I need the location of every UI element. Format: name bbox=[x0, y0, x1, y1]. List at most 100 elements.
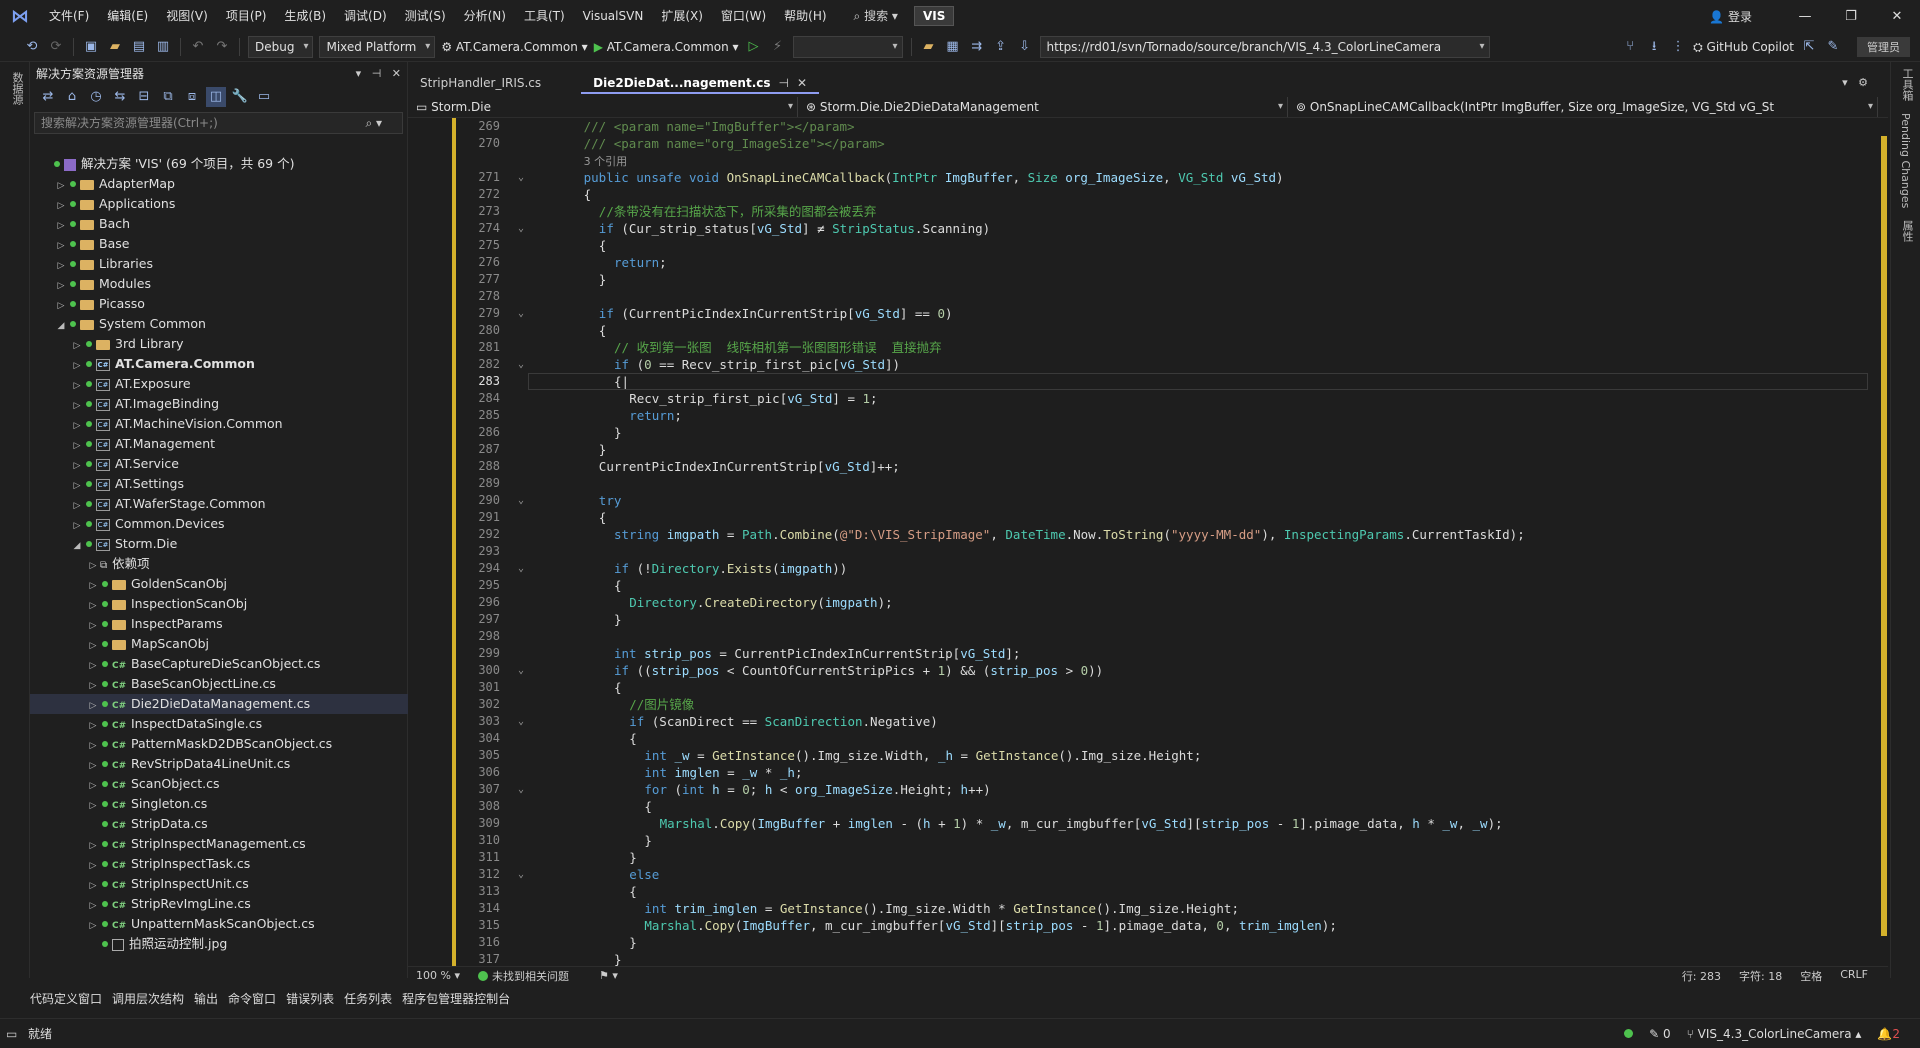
tree-item[interactable]: ▷ C# AT.Exposure bbox=[30, 374, 408, 394]
code-line[interactable]: 311} bbox=[408, 849, 1880, 866]
platform-select[interactable]: Mixed Platform bbox=[319, 35, 436, 58]
fold-toggle-icon[interactable]: ⌄ bbox=[518, 169, 524, 186]
tree-item[interactable]: ◢ System Common bbox=[30, 314, 408, 334]
code-line[interactable]: 276 return; bbox=[408, 254, 1880, 271]
tree-item[interactable]: ▷ C# AT.Management bbox=[30, 434, 408, 454]
menu-item[interactable]: 测试(S) bbox=[396, 0, 455, 32]
code-line[interactable]: 308 { bbox=[408, 798, 1880, 815]
tree-item[interactable]: ▷ C# StripInspectManagement.cs bbox=[30, 834, 408, 854]
expand-arrow-icon[interactable]: ▷ bbox=[54, 296, 68, 316]
filter-icon[interactable]: ⧈ bbox=[182, 87, 202, 107]
code-line[interactable]: 317} bbox=[408, 951, 1880, 966]
expand-arrow-icon[interactable]: ▷ bbox=[54, 196, 68, 216]
close-tab-icon[interactable]: ✕ bbox=[797, 76, 807, 90]
code-line[interactable]: 287} bbox=[408, 441, 1880, 458]
code-line[interactable]: 296 Directory.CreateDirectory(imgpath); bbox=[408, 594, 1880, 611]
tree-item[interactable]: ▷ Picasso bbox=[30, 294, 408, 314]
zoom-select[interactable]: 100 % ▾ bbox=[416, 969, 460, 982]
code-line[interactable]: 309 Marshal.Copy(ImgBuffer + imglen - (h … bbox=[408, 815, 1880, 832]
expand-arrow-icon[interactable]: ▷ bbox=[70, 376, 84, 396]
download-icon[interactable]: ⭳ bbox=[1644, 37, 1664, 57]
fold-toggle-icon[interactable]: ⌄ bbox=[518, 356, 524, 373]
menu-item[interactable]: 窗口(W) bbox=[712, 0, 775, 32]
svn-url-select[interactable]: https://rd01/svn/Tornado/source/branch/V… bbox=[1039, 35, 1490, 58]
tree-item[interactable]: ◢ C# Storm.Die bbox=[30, 534, 408, 554]
pin-tab-icon[interactable]: ⊣ bbox=[779, 76, 789, 90]
expand-arrow-icon[interactable]: ▷ bbox=[54, 176, 68, 196]
code-line[interactable]: 297} bbox=[408, 611, 1880, 628]
solution-name-badge[interactable]: VIS bbox=[913, 6, 955, 26]
tree-item[interactable]: C# StripData.cs bbox=[30, 814, 408, 834]
tree-item[interactable]: ▷ C# AT.MachineVision.Common bbox=[30, 414, 408, 434]
tab-dropdown-icon[interactable]: ▾ bbox=[1842, 76, 1848, 89]
search-box[interactable]: ⌕ 搜索 ▾ bbox=[844, 0, 908, 32]
diff-icon[interactable]: ⇉ bbox=[967, 37, 987, 57]
code-line[interactable]: 278 bbox=[408, 288, 1880, 305]
tree-item[interactable]: ▷ ⧉ 依赖项 bbox=[30, 554, 408, 574]
solution-search-input[interactable]: 搜索解决方案资源管理器(Ctrl+;) ⌕ ▾ bbox=[34, 112, 403, 134]
bottom-tool-tab[interactable]: 任务列表 bbox=[344, 990, 392, 1007]
pending-changes-tab[interactable]: Pending Changes bbox=[1899, 113, 1912, 208]
start-debugging-button[interactable]: ▶ AT.Camera.Common ▾ bbox=[594, 40, 739, 54]
more-icon[interactable]: ⋮ bbox=[1668, 37, 1688, 57]
tree-item[interactable]: ▷ C# StripInspectTask.cs bbox=[30, 854, 408, 874]
update-icon[interactable]: ⇩ bbox=[1015, 37, 1035, 57]
properties-tab[interactable]: 属性 bbox=[1899, 220, 1915, 242]
forward-icon[interactable]: ⟳ bbox=[46, 37, 66, 57]
code-line[interactable]: 313 { bbox=[408, 883, 1880, 900]
tree-item[interactable]: ▷ 3rd Library bbox=[30, 334, 408, 354]
code-line[interactable]: 305 int _w = GetInstance().Img_size.Width… bbox=[408, 747, 1880, 764]
menu-item[interactable]: 帮助(H) bbox=[775, 0, 835, 32]
expand-arrow-icon[interactable]: ▷ bbox=[86, 616, 100, 636]
properties-icon[interactable]: 🔧 bbox=[230, 87, 250, 107]
back-icon[interactable]: ⟲ bbox=[22, 37, 42, 57]
code-line[interactable]: 284 Recv_strip_first_pic[vG_Std] = 1; bbox=[408, 390, 1880, 407]
menu-item[interactable]: 扩展(X) bbox=[652, 0, 712, 32]
code-line[interactable]: 279 ⌄ if (CurrentPicIndexInCurrentStrip[vG… bbox=[408, 305, 1880, 322]
expand-arrow-icon[interactable]: ▷ bbox=[86, 636, 100, 656]
issues-label[interactable]: 未找到相关问题 bbox=[492, 968, 569, 984]
sync-icon[interactable]: ⇄ bbox=[38, 87, 58, 107]
tree-item[interactable]: ▷ C# AT.WaferStage.Common bbox=[30, 494, 408, 514]
data-sources-tab[interactable]: 数据源 bbox=[9, 72, 25, 105]
tree-item[interactable]: ▷ C# StripInspectUnit.cs bbox=[30, 874, 408, 894]
code-line[interactable]: 316} bbox=[408, 934, 1880, 951]
code-line[interactable]: 312 ⌄ else bbox=[408, 866, 1880, 883]
bottom-tool-tab[interactable]: 错误列表 bbox=[286, 990, 334, 1007]
tree-item[interactable]: ▷ C# Singleton.cs bbox=[30, 794, 408, 814]
tree-item[interactable]: ▷ C# ScanObject.cs bbox=[30, 774, 408, 794]
menu-item[interactable]: 分析(N) bbox=[455, 0, 515, 32]
bottom-tool-tab[interactable]: 命令窗口 bbox=[228, 990, 276, 1007]
char-indicator[interactable]: 字符: 18 bbox=[1739, 968, 1782, 984]
expand-arrow-icon[interactable]: ▷ bbox=[70, 496, 84, 516]
tree-item[interactable]: 解决方案 'VIS' (69 个项目，共 69 个) bbox=[30, 154, 408, 174]
code-line[interactable]: 275 { bbox=[408, 237, 1880, 254]
expand-arrow-icon[interactable]: ▷ bbox=[70, 396, 84, 416]
expand-arrow-icon[interactable]: ▷ bbox=[70, 356, 84, 376]
expand-arrow-icon[interactable]: ▷ bbox=[86, 556, 100, 576]
collapse-all-icon[interactable]: ⊟ bbox=[134, 87, 154, 107]
collapse-arrow-icon[interactable]: ◢ bbox=[54, 316, 68, 336]
tree-item[interactable]: ▷ C# BaseCaptureDieScanObject.cs bbox=[30, 654, 408, 674]
pending-changes-icon[interactable]: ⇆ bbox=[110, 87, 130, 107]
code-line[interactable]: 269 /// <param name="ImgBuffer"></param> bbox=[408, 118, 1880, 135]
tree-item[interactable]: ▷ C# AT.ImageBinding bbox=[30, 394, 408, 414]
expand-arrow-icon[interactable]: ▷ bbox=[86, 596, 100, 616]
tree-item[interactable]: ▷ MapScanObj bbox=[30, 634, 408, 654]
toolbox-tab[interactable]: 工具箱 bbox=[1899, 68, 1915, 101]
code-line[interactable]: 273 //条带没有在扫描状态下，所采集的图都会被丢弃 bbox=[408, 203, 1880, 220]
menu-item[interactable]: 生成(B) bbox=[275, 0, 335, 32]
tree-item[interactable]: ▷ C# AT.Service bbox=[30, 454, 408, 474]
expand-arrow-icon[interactable]: ▷ bbox=[54, 236, 68, 256]
code-line[interactable]: 314 int trim_imglen = GetInstance().Img_s… bbox=[408, 900, 1880, 917]
tree-item[interactable]: ▷ C# AT.Settings bbox=[30, 474, 408, 494]
tree-item[interactable]: ▷ InspectionScanObj bbox=[30, 594, 408, 614]
code-line[interactable]: 303 ⌄ if (ScanDirect == ScanDirection.Nega… bbox=[408, 713, 1880, 730]
expand-arrow-icon[interactable]: ▷ bbox=[70, 456, 84, 476]
connection-status-icon[interactable] bbox=[1624, 1029, 1634, 1038]
expand-arrow-icon[interactable]: ▷ bbox=[86, 896, 100, 916]
code-line[interactable]: 291 { bbox=[408, 509, 1880, 526]
expand-arrow-icon[interactable]: ▷ bbox=[70, 336, 84, 356]
document-tab[interactable]: Die2DieDat...nagement.cs ⊣ ✕ bbox=[581, 72, 820, 94]
fold-toggle-icon[interactable]: ⌄ bbox=[518, 781, 524, 798]
